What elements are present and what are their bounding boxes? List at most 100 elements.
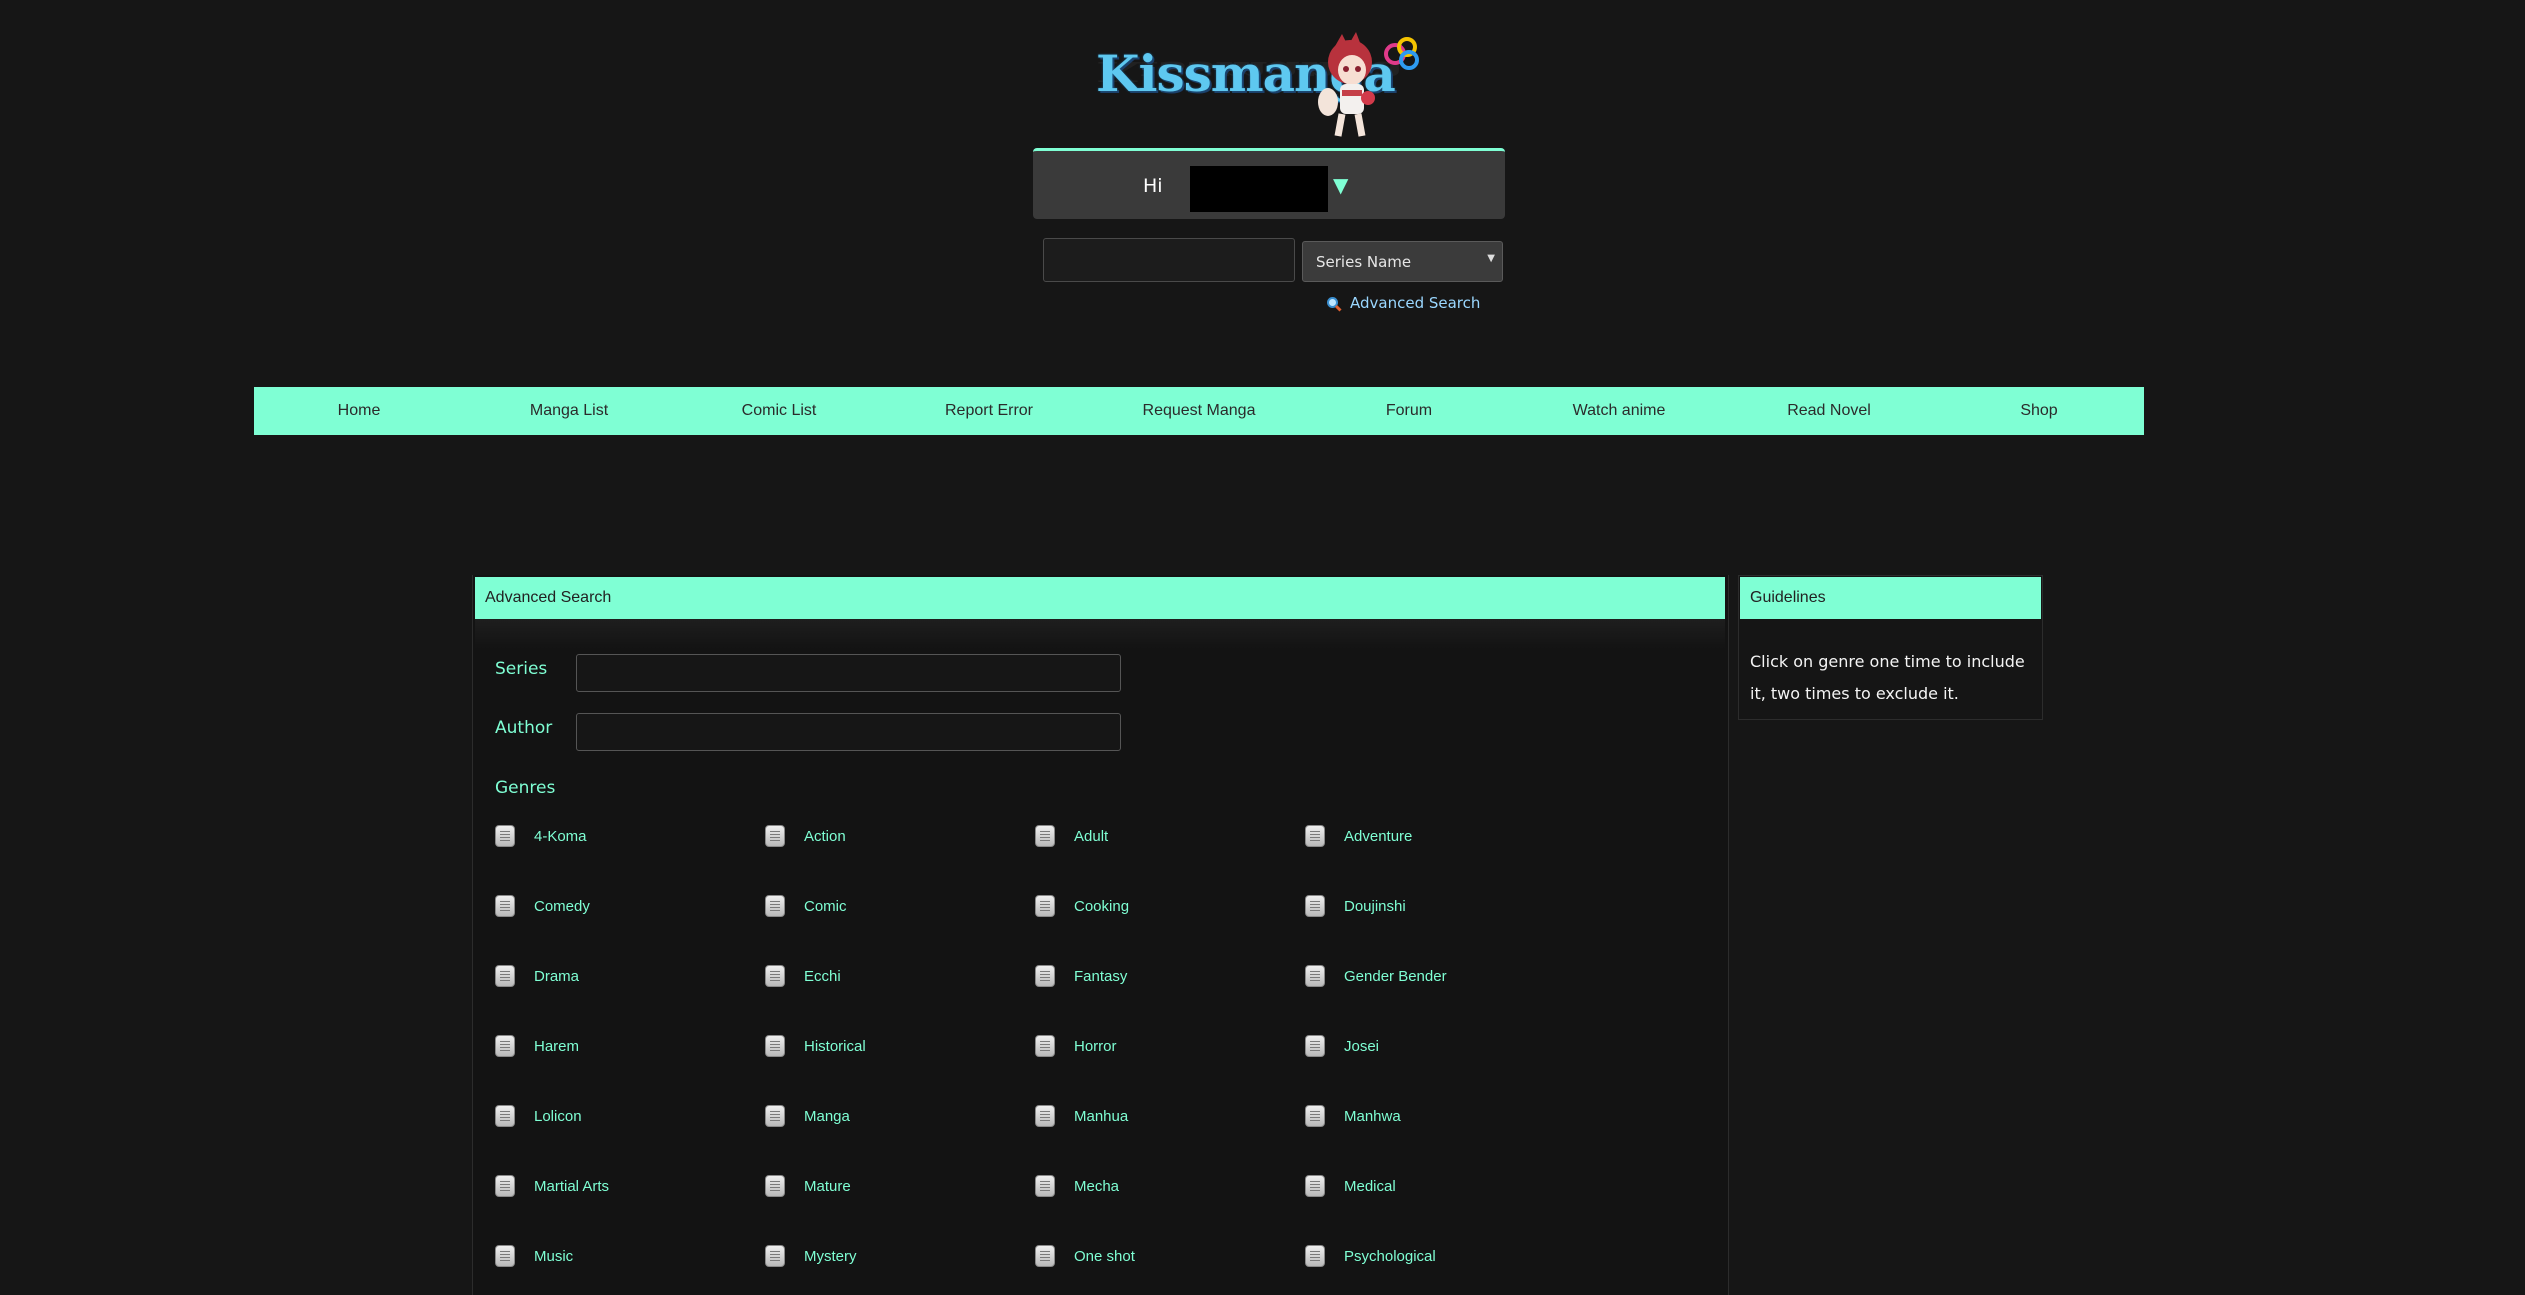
genre-label[interactable]: Manhua [1074,1108,1128,1125]
genre-toggle-icon[interactable] [765,825,785,847]
nav-home[interactable]: Home [338,387,381,435]
genre-label[interactable]: Drama [534,968,579,985]
search-type-select[interactable]: Series Name ▼ [1302,241,1503,282]
genre-toggle-icon[interactable] [1035,965,1055,987]
genre-label[interactable]: Mecha [1074,1178,1119,1195]
genre-label[interactable]: Harem [534,1038,579,1055]
nav-watch-anime[interactable]: Watch anime [1573,387,1666,435]
genre-toggle-icon[interactable] [1035,895,1055,917]
genre-item[interactable]: Music [495,1241,573,1271]
genre-toggle-icon[interactable] [495,1175,515,1197]
genre-toggle-icon[interactable] [1305,895,1325,917]
genre-toggle-icon[interactable] [495,1245,515,1267]
genre-item[interactable]: Cooking [1035,891,1129,921]
genre-item[interactable]: Adult [1035,821,1108,851]
genre-label[interactable]: Adult [1074,828,1108,845]
genre-label[interactable]: Lolicon [534,1108,582,1125]
genre-label[interactable]: Gender Bender [1344,968,1447,985]
genre-toggle-icon[interactable] [495,965,515,987]
genre-toggle-icon[interactable] [765,965,785,987]
genre-label[interactable]: Psychological [1344,1248,1436,1265]
genre-label[interactable]: Fantasy [1074,968,1127,985]
genre-toggle-icon[interactable] [1305,1035,1325,1057]
genre-toggle-icon[interactable] [765,1175,785,1197]
nav-manga-list[interactable]: Manga List [530,387,608,435]
genre-item[interactable]: Medical [1305,1171,1396,1201]
genre-toggle-icon[interactable] [1035,1175,1055,1197]
series-input[interactable] [576,654,1121,692]
genre-item[interactable]: Ecchi [765,961,841,991]
genre-item[interactable]: Horror [1035,1031,1117,1061]
genre-toggle-icon[interactable] [1035,1035,1055,1057]
genre-label[interactable]: Doujinshi [1344,898,1406,915]
nav-read-novel[interactable]: Read Novel [1787,387,1871,435]
genre-toggle-icon[interactable] [1305,825,1325,847]
genre-item[interactable]: 4-Koma [495,821,587,851]
genre-label[interactable]: Medical [1344,1178,1396,1195]
genre-item[interactable]: Manga [765,1101,850,1131]
user-menu-caret-icon[interactable]: ▼ [1333,173,1348,197]
genre-item[interactable]: Historical [765,1031,866,1061]
genre-toggle-icon[interactable] [1035,825,1055,847]
genre-toggle-icon[interactable] [1035,1105,1055,1127]
genre-label[interactable]: Horror [1074,1038,1117,1055]
genre-toggle-icon[interactable] [765,1035,785,1057]
genre-toggle-icon[interactable] [495,895,515,917]
advanced-search-link[interactable]: Advanced Search [1326,294,1480,312]
genre-item[interactable]: Comedy [495,891,590,921]
genre-item[interactable]: Drama [495,961,579,991]
genre-label[interactable]: Manhwa [1344,1108,1401,1125]
genre-label[interactable]: One shot [1074,1248,1135,1265]
genre-item[interactable]: Martial Arts [495,1171,609,1201]
nav-shop[interactable]: Shop [2020,387,2057,435]
genre-item[interactable]: Adventure [1305,821,1412,851]
genre-toggle-icon[interactable] [765,1105,785,1127]
genre-item[interactable]: Fantasy [1035,961,1127,991]
genre-item[interactable]: Lolicon [495,1101,582,1131]
genre-label[interactable]: Manga [804,1108,850,1125]
genre-label[interactable]: Music [534,1248,573,1265]
genre-toggle-icon[interactable] [1305,965,1325,987]
genre-label[interactable]: Comedy [534,898,590,915]
genre-item[interactable]: Gender Bender [1305,961,1447,991]
genre-toggle-icon[interactable] [495,1105,515,1127]
genre-label[interactable]: Mature [804,1178,851,1195]
genre-label[interactable]: Action [804,828,846,845]
genre-label[interactable]: Adventure [1344,828,1412,845]
genre-label[interactable]: Ecchi [804,968,841,985]
genre-item[interactable]: Comic [765,891,847,921]
genre-item[interactable]: Harem [495,1031,579,1061]
genre-item[interactable]: One shot [1035,1241,1135,1271]
nav-comic-list[interactable]: Comic List [742,387,817,435]
genre-item[interactable]: Mature [765,1171,851,1201]
genre-item[interactable]: Manhua [1035,1101,1128,1131]
genre-item[interactable]: Josei [1305,1031,1379,1061]
genre-label[interactable]: 4-Koma [534,828,587,845]
author-input[interactable] [576,713,1121,751]
genre-item[interactable]: Mystery [765,1241,857,1271]
nav-request-manga[interactable]: Request Manga [1143,387,1256,435]
site-logo[interactable]: Kissmanga Kissmanga [1090,30,1430,146]
nav-report-error[interactable]: Report Error [945,387,1033,435]
search-input[interactable] [1043,238,1295,282]
genre-item[interactable]: Manhwa [1305,1101,1401,1131]
genre-label[interactable]: Comic [804,898,847,915]
genre-label[interactable]: Josei [1344,1038,1379,1055]
genre-item[interactable]: Doujinshi [1305,891,1406,921]
genre-toggle-icon[interactable] [1305,1105,1325,1127]
genre-toggle-icon[interactable] [495,1035,515,1057]
genre-toggle-icon[interactable] [765,1245,785,1267]
genre-item[interactable]: Mecha [1035,1171,1119,1201]
username-redacted[interactable] [1190,166,1328,212]
genre-item[interactable]: Psychological [1305,1241,1436,1271]
genre-toggle-icon[interactable] [1305,1175,1325,1197]
genre-toggle-icon[interactable] [1305,1245,1325,1267]
genre-item[interactable]: Action [765,821,846,851]
genre-label[interactable]: Cooking [1074,898,1129,915]
genre-toggle-icon[interactable] [765,895,785,917]
nav-forum[interactable]: Forum [1386,387,1432,435]
genre-toggle-icon[interactable] [1035,1245,1055,1267]
genre-label[interactable]: Martial Arts [534,1178,609,1195]
genre-toggle-icon[interactable] [495,825,515,847]
genre-label[interactable]: Historical [804,1038,866,1055]
